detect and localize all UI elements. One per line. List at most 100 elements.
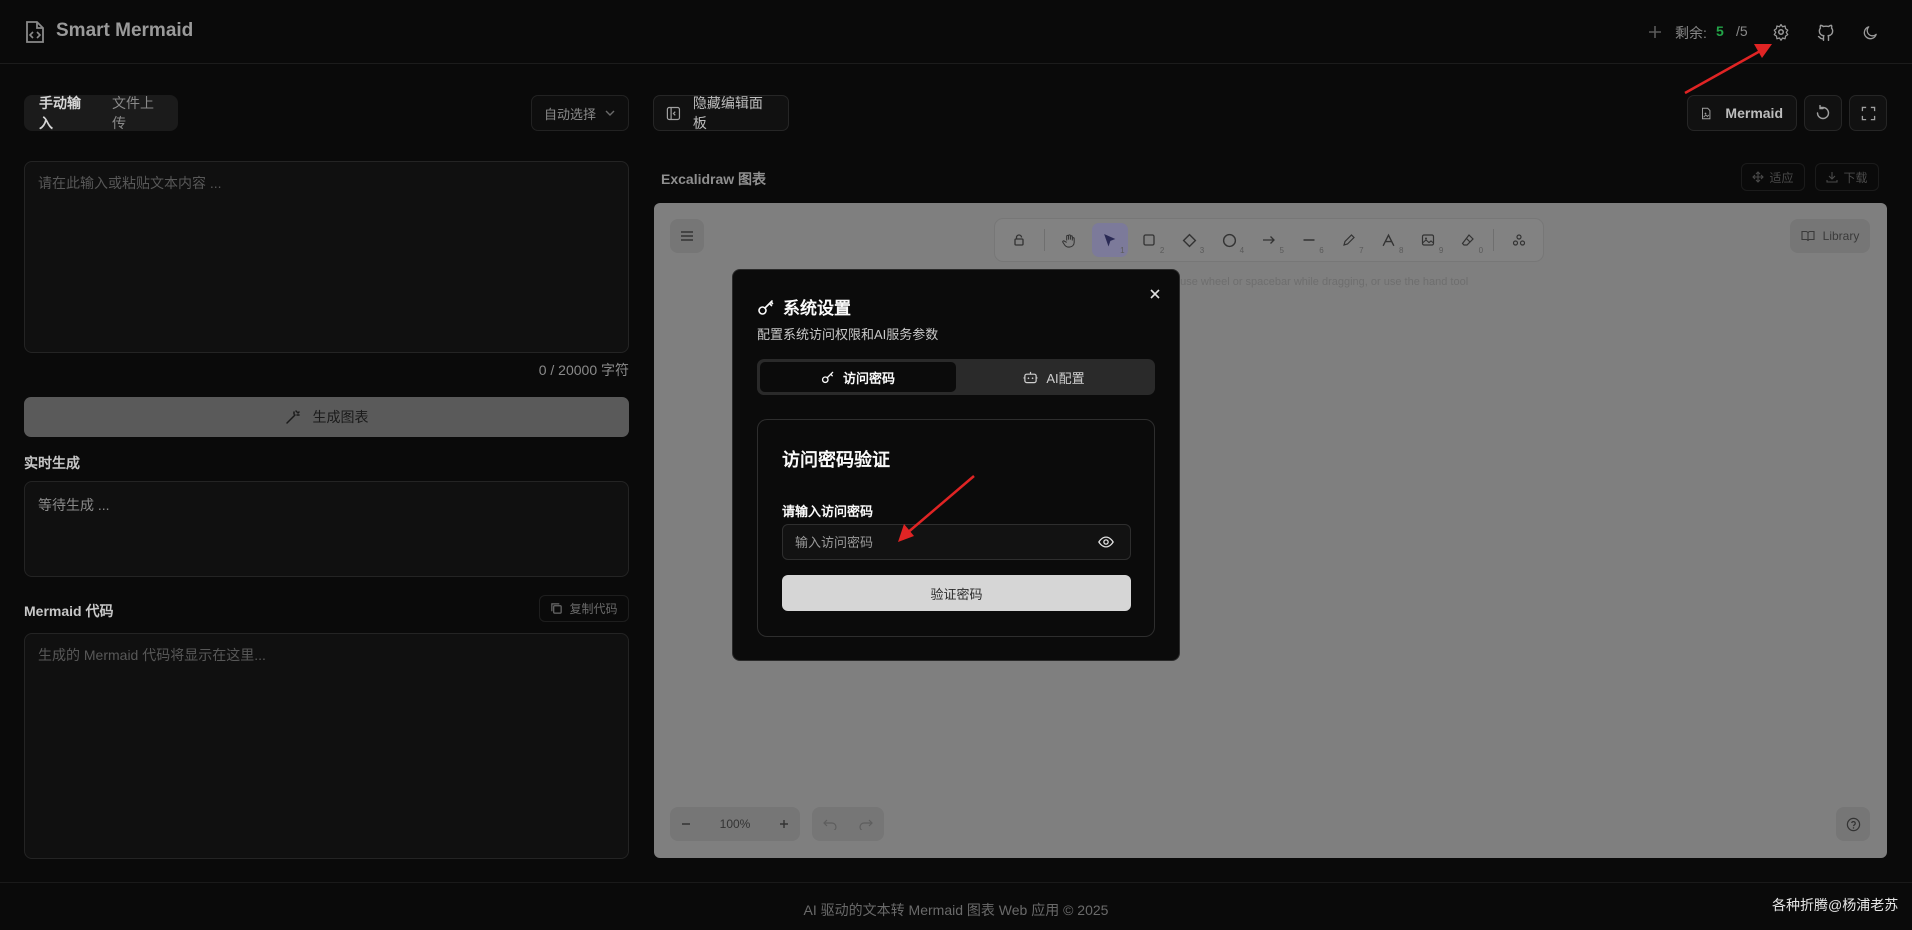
image-icon bbox=[1422, 234, 1435, 246]
tool-shortcut: 1 bbox=[1120, 246, 1125, 255]
remaining-label: 剩余: bbox=[1675, 25, 1707, 41]
tool-shortcut: 3 bbox=[1199, 246, 1205, 255]
eraser-icon bbox=[1461, 234, 1475, 246]
tab-access-password-label: 访问密码 bbox=[842, 370, 895, 386]
plus-icon[interactable] bbox=[1647, 24, 1663, 40]
canvas-menu-button[interactable] bbox=[670, 219, 704, 253]
eye-icon[interactable] bbox=[1098, 534, 1116, 550]
moon-icon bbox=[1863, 25, 1877, 39]
toolbar-divider bbox=[1493, 229, 1495, 251]
tool-shortcut: 6 bbox=[1319, 246, 1324, 255]
fullscreen-button[interactable] bbox=[1849, 95, 1887, 131]
char-counter: 0 / 20000 字符 bbox=[538, 362, 629, 378]
gear-icon bbox=[1773, 23, 1789, 41]
tool-hand[interactable] bbox=[1052, 223, 1088, 257]
robot-icon bbox=[1023, 371, 1038, 384]
tool-arrow[interactable]: 5 bbox=[1251, 223, 1287, 257]
close-icon bbox=[1150, 289, 1160, 299]
hide-editor-panel-button[interactable]: 隐藏编辑面板 bbox=[653, 95, 789, 131]
tool-shortcut: 2 bbox=[1159, 246, 1165, 255]
shapes-icon bbox=[1512, 234, 1526, 246]
move-icon bbox=[1752, 171, 1765, 183]
plus-icon bbox=[779, 820, 788, 828]
settings-tabs: 访问密码 AI配置 bbox=[757, 359, 1155, 395]
help-icon bbox=[1846, 817, 1860, 831]
library-button[interactable]: Library bbox=[1790, 219, 1870, 253]
tool-image[interactable]: 9 bbox=[1410, 223, 1446, 257]
tab-ai-config[interactable]: AI配置 bbox=[956, 362, 1152, 392]
redo-icon bbox=[859, 819, 873, 830]
diagram-type-select[interactable]: 自动选择 bbox=[531, 95, 629, 131]
verify-password-button[interactable]: 验证密码 bbox=[782, 575, 1131, 611]
redo-button[interactable] bbox=[859, 818, 873, 830]
generate-chart-label: 生成图表 bbox=[312, 409, 369, 425]
tab-file-upload[interactable]: 文件上传 bbox=[101, 95, 174, 131]
hamburger-icon bbox=[681, 231, 693, 241]
footer-text: AI 驱动的文本转 Mermaid 图表 Web 应用 © 2025 bbox=[803, 902, 1109, 918]
panel-collapse-icon bbox=[666, 106, 681, 120]
tool-draw[interactable]: 7 bbox=[1331, 223, 1367, 257]
ellipse-icon bbox=[1222, 233, 1236, 247]
card-title: 访问密码验证 bbox=[782, 450, 890, 470]
help-button[interactable] bbox=[1836, 807, 1870, 841]
tool-lock[interactable] bbox=[1001, 223, 1037, 257]
tool-eraser[interactable]: 0 bbox=[1450, 223, 1486, 257]
mermaid-view-button[interactable]: Mermaid bbox=[1687, 95, 1797, 131]
library-label: Library bbox=[1822, 229, 1860, 243]
tool-shortcut: 7 bbox=[1359, 246, 1364, 255]
app-logo-icon bbox=[24, 20, 46, 44]
download-button[interactable]: 下载 bbox=[1815, 163, 1879, 191]
realtime-label: 实时生成 bbox=[24, 455, 80, 471]
canvas-hint: ouse wheel or spacebar while dragging, o… bbox=[1174, 276, 1469, 288]
dialog-close-button[interactable] bbox=[1147, 286, 1163, 302]
password-card: 访问密码验证 请输入访问密码 验证密码 bbox=[757, 419, 1155, 637]
tab-manual-input[interactable]: 手动输入 bbox=[28, 95, 101, 131]
zoom-level[interactable]: 100% bbox=[720, 817, 751, 831]
app-header bbox=[0, 0, 1912, 64]
copy-code-button[interactable]: 复制代码 bbox=[539, 595, 629, 622]
zoom-out-button[interactable] bbox=[680, 818, 692, 830]
key-icon bbox=[758, 299, 774, 315]
watermark-text: 各种折腾@杨浦老苏 bbox=[1772, 897, 1899, 913]
tool-text[interactable]: 8 bbox=[1371, 223, 1407, 257]
line-icon bbox=[1303, 239, 1315, 241]
mermaid-code-label: Mermaid 代码 bbox=[24, 603, 114, 619]
theme-toggle-button[interactable] bbox=[1853, 15, 1887, 49]
settings-button[interactable] bbox=[1764, 15, 1798, 49]
tool-ellipse[interactable]: 4 bbox=[1211, 223, 1247, 257]
password-input[interactable] bbox=[782, 524, 1131, 560]
undo-icon bbox=[823, 819, 837, 830]
mermaid-view-label: Mermaid bbox=[1725, 105, 1783, 121]
undo-button[interactable] bbox=[823, 818, 837, 830]
hide-editor-panel-label: 隐藏编辑面板 bbox=[692, 95, 763, 131]
arrow-right-icon bbox=[1262, 236, 1275, 244]
pointer-icon bbox=[1103, 234, 1115, 247]
reset-button[interactable] bbox=[1804, 95, 1842, 131]
key-icon bbox=[821, 371, 834, 384]
fit-view-label: 适应 bbox=[1769, 170, 1794, 185]
tab-access-password[interactable]: 访问密码 bbox=[760, 362, 956, 392]
generate-chart-button[interactable]: 生成图表 bbox=[24, 397, 629, 437]
remaining-count: 5 bbox=[1716, 23, 1724, 39]
rotate-icon bbox=[1816, 105, 1830, 120]
drawing-toolbar: 1 2 3 4 5 6 7 8 9 0 bbox=[995, 219, 1543, 261]
password-label: 请输入访问密码 bbox=[782, 504, 874, 519]
tool-shortcut: 8 bbox=[1398, 246, 1404, 255]
settings-dialog: 系统设置 配置系统访问权限和AI服务参数 访问密码 AI配置 访问密码验证 请输… bbox=[732, 269, 1180, 661]
tool-selection[interactable]: 1 bbox=[1091, 223, 1128, 257]
zoom-in-button[interactable] bbox=[778, 818, 790, 830]
github-button[interactable] bbox=[1809, 15, 1843, 49]
tool-extra-shapes[interactable] bbox=[1501, 223, 1537, 257]
tool-line[interactable]: 6 bbox=[1291, 223, 1327, 257]
lock-icon bbox=[1014, 234, 1024, 246]
tool-diamond[interactable]: 3 bbox=[1171, 223, 1207, 257]
mermaid-code-area[interactable]: 生成的 Mermaid 代码将显示在这里... bbox=[24, 633, 629, 859]
hand-icon bbox=[1062, 233, 1075, 248]
fit-view-button[interactable]: 适应 bbox=[1741, 163, 1805, 191]
tool-rectangle[interactable]: 2 bbox=[1132, 223, 1168, 257]
input-mode-tabs: 手动输入 文件上传 bbox=[24, 95, 178, 131]
tool-shortcut: 5 bbox=[1279, 246, 1284, 255]
fullscreen-icon bbox=[1861, 106, 1875, 120]
copy-icon bbox=[551, 603, 563, 614]
text-input-area[interactable]: 请在此输入或粘贴文本内容 ... bbox=[24, 161, 629, 353]
